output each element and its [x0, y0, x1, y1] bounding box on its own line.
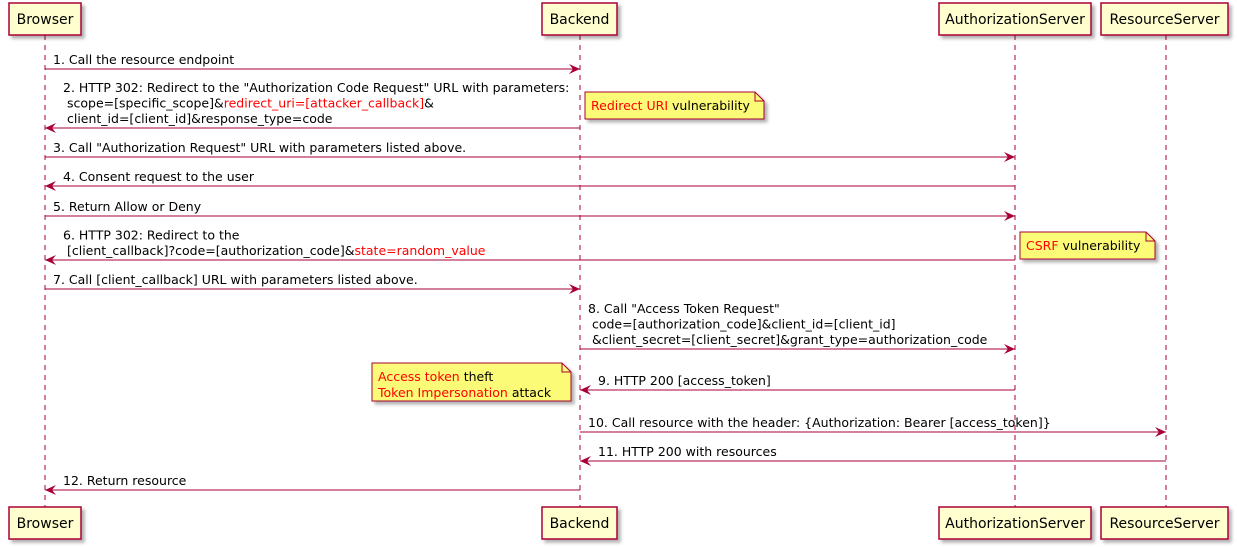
highlighted-text: Access token [378, 369, 460, 384]
text-line: scope=[specific_scope]&redirect_uri=[att… [63, 96, 434, 111]
text-segment: &client_secret=[client_secret]&grant_typ… [588, 332, 988, 347]
participant-resource-bottom: ResourceServer [1100, 506, 1229, 540]
text-segment: 11. HTTP 200 with resources [598, 444, 777, 459]
participant-label: AuthorizationServer [945, 12, 1085, 28]
participant-label: ResourceServer [1109, 12, 1219, 28]
text-segment: client_id=[client_id]&response_type=code [63, 111, 333, 126]
text-line: [client_callback]?code=[authorization_co… [63, 243, 486, 258]
text-line: 10. Call resource with the header: {Auth… [588, 415, 1051, 430]
highlighted-text: Token Impersonation [377, 385, 508, 400]
message-6: 6. HTTP 302: Redirect to the [client_cal… [45, 228, 1015, 265]
text-segment: scope=[specific_scope]& [63, 96, 224, 111]
text-line: Access token theft [378, 369, 493, 384]
participant-label: AuthorizationServer [945, 516, 1085, 532]
message-1: 1. Call the resource endpoint [45, 52, 580, 74]
text-segment: 2. HTTP 302: Redirect to the "Authorizat… [63, 80, 569, 95]
text-line: Redirect URI vulnerability [591, 98, 750, 113]
highlighted-text: state=random_value [354, 243, 485, 258]
text-line: client_id=[client_id]&response_type=code [63, 111, 333, 126]
message-4: 4. Consent request to the user [45, 169, 1015, 191]
highlighted-text: CSRF [1026, 238, 1059, 253]
text-segment: 8. Call "Access Token Request" [588, 301, 780, 316]
csrf-note: CSRF vulnerability [1019, 231, 1156, 260]
message-12: 12. Return resource [45, 473, 580, 495]
text-segment: code=[authorization_code]&client_id=[cli… [588, 317, 896, 332]
text-segment: 6. HTTP 302: Redirect to the [63, 228, 240, 243]
text-segment: 12. Return resource [63, 473, 187, 488]
text-line: Token Impersonation attack [377, 385, 552, 400]
message-3: 3. Call "Authorization Request" URL with… [45, 140, 1015, 162]
text-line: 5. Return Allow or Deny [53, 199, 202, 214]
text-line: &client_secret=[client_secret]&grant_typ… [588, 332, 988, 347]
text-segment: vulnerability [1059, 238, 1141, 253]
text-segment: 5. Return Allow or Deny [53, 199, 202, 214]
text-line: 12. Return resource [63, 473, 187, 488]
participant-label: ResourceServer [1109, 516, 1219, 532]
participant-backend-top: Backend [541, 2, 618, 36]
text-segment: 1. Call the resource endpoint [53, 52, 234, 67]
message-2: 2. HTTP 302: Redirect to the "Authorizat… [45, 80, 580, 133]
sequence-diagram: Browser Browser Backend Backend Authorizatio… [8, 2, 1229, 540]
text-segment: 4. Consent request to the user [63, 169, 255, 184]
text-segment: 10. Call resource with the header: {Auth… [588, 415, 1051, 430]
text-line: 9. HTTP 200 [access_token] [598, 373, 771, 388]
text-segment: 9. HTTP 200 [access_token] [598, 373, 771, 388]
text-segment: attack [508, 385, 552, 400]
text-line: code=[authorization_code]&client_id=[cli… [588, 317, 896, 332]
redirect-uri-note: Redirect URI vulnerability [584, 91, 765, 120]
text-line: 2. HTTP 302: Redirect to the "Authorizat… [63, 80, 569, 95]
message-7: 7. Call [client_callback] URL with param… [45, 272, 580, 294]
text-line: 8. Call "Access Token Request" [588, 301, 780, 316]
highlighted-text: redirect_uri=[attacker_callback] [224, 96, 424, 111]
text-segment: 7. Call [client_callback] URL with param… [53, 272, 418, 287]
text-line: 11. HTTP 200 with resources [598, 444, 777, 459]
text-segment: & [424, 96, 434, 111]
text-line: 4. Consent request to the user [63, 169, 255, 184]
text-line: 3. Call "Authorization Request" URL with… [53, 140, 466, 155]
text-segment: vulnerability [668, 98, 750, 113]
text-segment: [client_callback]?code=[authorization_co… [63, 243, 355, 258]
message-8: 8. Call "Access Token Request" code=[aut… [580, 301, 1015, 354]
participant-label: Browser [17, 12, 74, 28]
participant-backend-bottom: Backend [541, 506, 618, 540]
text-segment: 3. Call "Authorization Request" URL with… [53, 140, 466, 155]
message-5: 5. Return Allow or Deny [45, 199, 1015, 221]
participant-auth-bottom: AuthorizationServer [938, 506, 1092, 540]
message-11: 11. HTTP 200 with resources [580, 444, 1166, 466]
text-line: CSRF vulnerability [1026, 238, 1141, 253]
participant-resource-top: ResourceServer [1100, 2, 1229, 36]
participant-label: Backend [550, 12, 610, 28]
participant-label: Browser [17, 516, 74, 532]
access-token-note: Access token theftToken Impersonation at… [371, 362, 572, 402]
highlighted-text: Redirect URI [591, 98, 668, 113]
text-line: 1. Call the resource endpoint [53, 52, 234, 67]
participant-auth-top: AuthorizationServer [938, 2, 1092, 36]
message-10: 10. Call resource with the header: {Auth… [580, 415, 1166, 437]
text-segment: theft [460, 369, 494, 384]
participant-label: Backend [550, 516, 610, 532]
participant-browser-top: Browser [8, 2, 82, 36]
message-9: 9. HTTP 200 [access_token] [580, 373, 1015, 395]
text-line: 7. Call [client_callback] URL with param… [53, 272, 418, 287]
text-line: 6. HTTP 302: Redirect to the [63, 228, 240, 243]
participant-browser-bottom: Browser [8, 506, 82, 540]
